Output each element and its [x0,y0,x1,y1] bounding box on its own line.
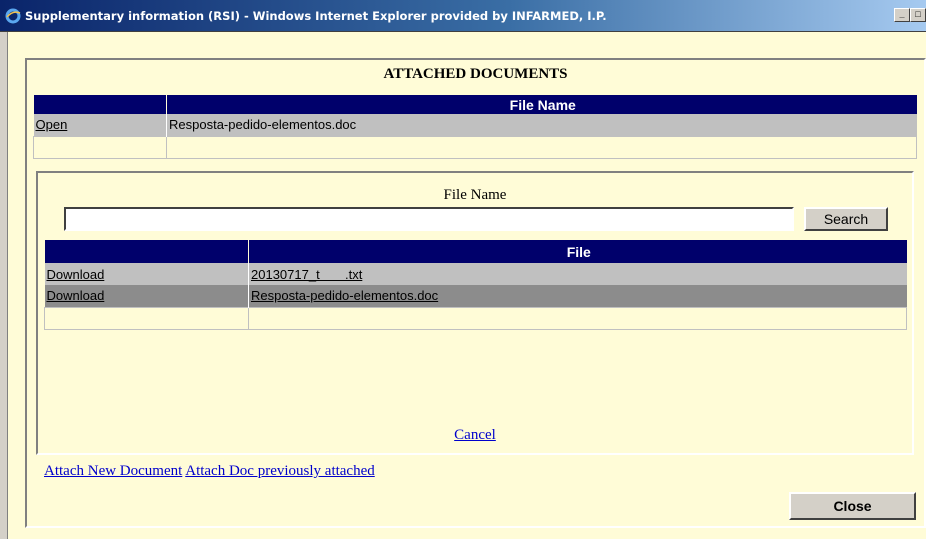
window-title: Supplementary information (RSI) - Window… [25,8,607,23]
header-cell-action [44,240,249,263]
table-header-row: File [44,240,907,263]
file-name-cell: Resposta-pedido-elementos.doc [166,114,917,136]
table-row: Download Resposta-pedido-elementos.doc [44,285,907,307]
file-cell: Resposta-pedido-elementos.doc [248,285,907,307]
internet-explorer-icon [4,7,22,25]
table-row: Open Resposta-pedido-elementos.doc [33,114,917,136]
empty-cell [44,306,249,330]
file-link[interactable]: 20130717_t .txt [251,267,362,282]
attach-links: Attach New Document Attach Doc previousl… [44,463,375,480]
empty-cell [33,135,167,159]
window-titlebar: Supplementary information (RSI) - Window… [0,0,926,32]
open-link-cell: Open [33,114,167,136]
header-cell-action [33,95,167,114]
header-cell-file-name: File Name [166,95,917,114]
file-cell: 20130717_t .txt [248,263,907,285]
table-row: Download 20130717_t .txt [44,263,907,285]
window-frame [0,32,8,539]
download-link-cell: Download [44,285,249,307]
files-results-table: File Download 20130717_t .txt Download R… [44,240,907,330]
table-row-empty [44,306,907,330]
empty-cell [166,135,917,159]
search-button[interactable]: Search [804,207,888,231]
open-link[interactable]: Open [36,117,68,132]
maximize-button[interactable]: □ [910,8,926,22]
close-button[interactable]: Close [789,492,916,520]
attached-documents-table: File Name Open Resposta-pedido-elementos… [33,95,917,159]
minimize-button[interactable]: _ [894,8,910,22]
download-link[interactable]: Download [47,288,105,303]
download-link-cell: Download [44,263,249,285]
attach-previous-document-link[interactable]: Attach Doc previously attached [185,463,375,479]
file-name-search-input[interactable] [64,207,794,231]
download-link[interactable]: Download [47,267,105,282]
attach-new-document-link[interactable]: Attach New Document [44,463,182,479]
header-cell-file: File [248,240,907,263]
page-title: ATTACHED DOCUMENTS [383,66,568,82]
cancel-link[interactable]: Cancel [454,427,496,443]
file-link[interactable]: Resposta-pedido-elementos.doc [251,288,438,303]
file-name-label: File Name [443,187,507,203]
cancel-link-wrapper: Cancel [38,427,912,444]
table-header-row: File Name [33,95,917,114]
table-row-empty [33,135,917,159]
empty-cell [248,306,907,330]
